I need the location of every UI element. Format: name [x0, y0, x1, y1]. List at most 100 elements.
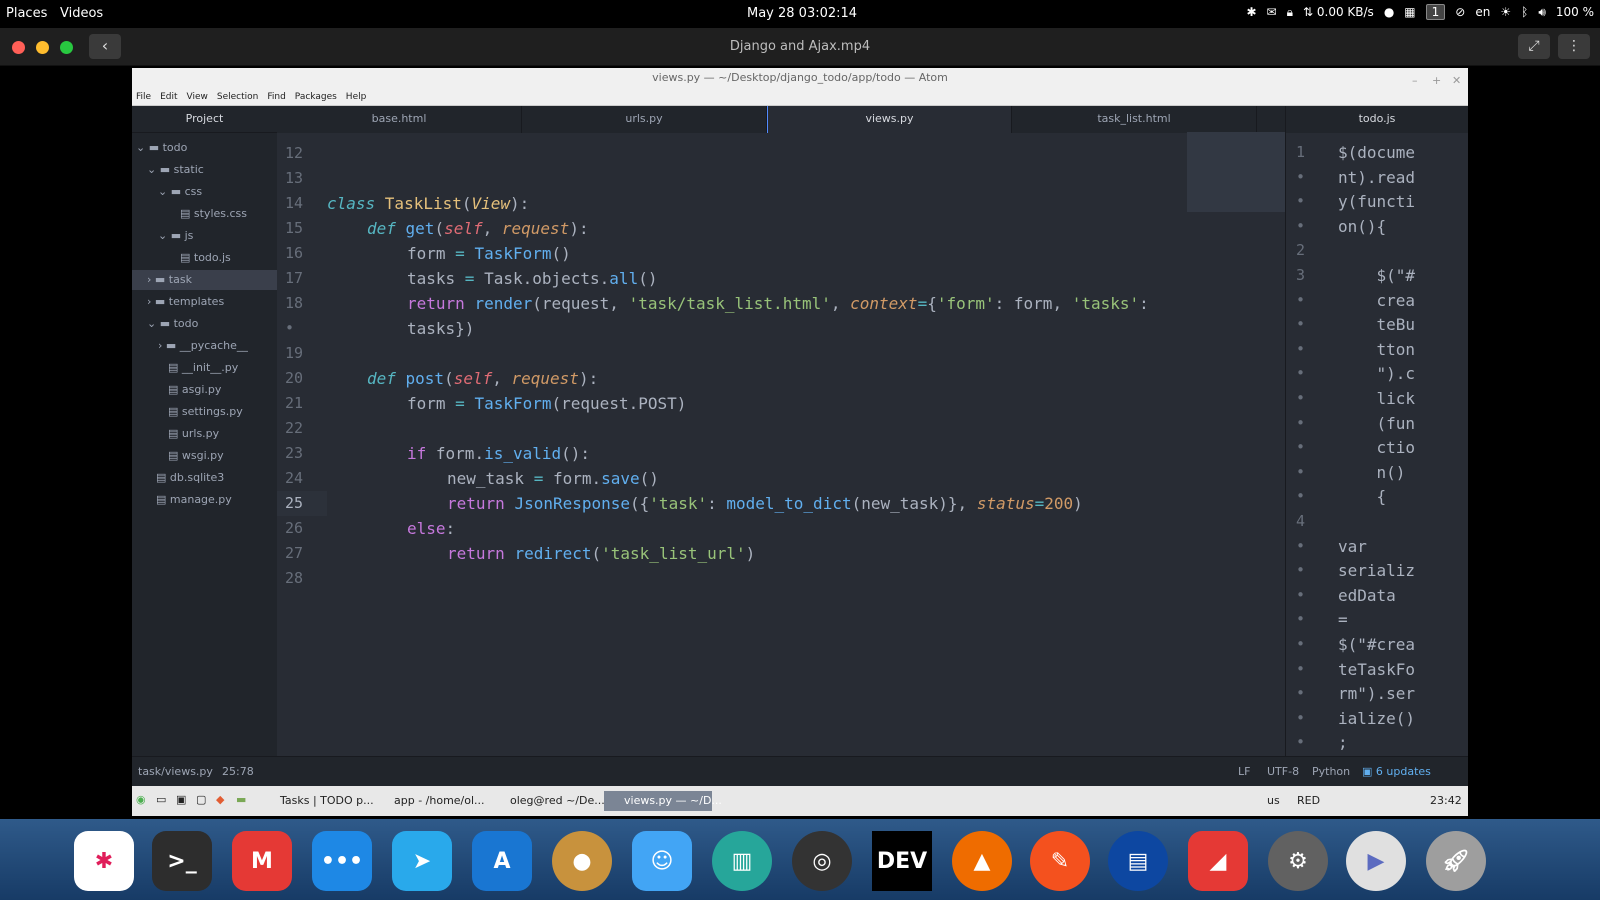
- taskbar-item-active[interactable]: views.py — ~/D...: [604, 791, 722, 811]
- right-line-number: •: [1296, 192, 1306, 211]
- dev-icon[interactable]: DEV: [872, 831, 932, 891]
- bluetooth-icon[interactable]: ᛒ: [1521, 5, 1528, 19]
- tree-item[interactable]: ▤ __init__.py: [132, 358, 277, 378]
- tree-item[interactable]: ⌄ ▬ js: [132, 226, 277, 246]
- status-line-ending[interactable]: LF: [1238, 765, 1250, 778]
- tree-item[interactable]: › ▬ __pycache__: [132, 336, 277, 356]
- menu-file[interactable]: File: [136, 92, 151, 102]
- right-code-line: serializ: [1338, 561, 1416, 581]
- menu-view[interactable]: View: [187, 92, 208, 102]
- slack-tray-icon[interactable]: ✱: [1246, 5, 1256, 19]
- finder-icon[interactable]: ☺: [632, 831, 692, 891]
- taskbar-item[interactable]: oleg@red ~/De...: [490, 791, 605, 811]
- sketch-icon[interactable]: ✎: [1030, 831, 1090, 891]
- system-monitor-icon[interactable]: ▣: [176, 793, 186, 806]
- right-code-line: ").c: [1338, 364, 1416, 384]
- right-code-line: ctio: [1338, 438, 1416, 458]
- right-line-number: 2: [1296, 241, 1306, 260]
- right-line-number: •: [1296, 610, 1306, 629]
- launcher-icon[interactable]: 🚀︎: [1426, 831, 1486, 891]
- tree-item[interactable]: › ▬ task: [132, 270, 277, 290]
- brave-icon[interactable]: ◆: [216, 793, 224, 806]
- messages-icon[interactable]: •••: [312, 831, 372, 891]
- do-not-disturb-icon[interactable]: ⊘: [1455, 5, 1465, 19]
- tree-item[interactable]: ⌄ ▬ static: [132, 160, 277, 180]
- app-store-icon[interactable]: A: [472, 831, 532, 891]
- workspace-indicator[interactable]: 1: [1425, 4, 1446, 20]
- user-name[interactable]: RED: [1297, 794, 1320, 807]
- kebab-menu-icon: ⋮: [1567, 38, 1581, 54]
- minimap[interactable]: [1187, 132, 1287, 212]
- volume-icon[interactable]: 🔊︎: [1538, 5, 1546, 20]
- taskbar-item[interactable]: app - /home/ol...: [374, 791, 485, 811]
- right-code-line: (fun: [1338, 413, 1416, 433]
- keyboard-layout[interactable]: us: [1267, 794, 1280, 807]
- files-icon[interactable]: ▤: [1108, 831, 1168, 891]
- vlc-icon[interactable]: ▲: [952, 831, 1012, 891]
- menu-edit[interactable]: Edit: [160, 92, 177, 102]
- status-file-path[interactable]: task/views.py: [138, 765, 213, 778]
- language-indicator[interactable]: en: [1475, 5, 1490, 19]
- workspaces-icon[interactable]: ▦: [1404, 5, 1415, 19]
- chat-icon[interactable]: ●: [1384, 5, 1394, 19]
- status-encoding[interactable]: UTF-8: [1267, 765, 1299, 778]
- status-grammar[interactable]: Python: [1312, 765, 1350, 778]
- menu-packages[interactable]: Packages: [295, 92, 337, 102]
- lock-icon[interactable]: 🔒︎: [1287, 5, 1293, 20]
- terminal-launcher-icon[interactable]: ▢: [196, 793, 206, 806]
- line-number: 28: [285, 569, 304, 587]
- menu-selection[interactable]: Selection: [217, 92, 258, 102]
- right-code-line: n(): [1338, 462, 1406, 482]
- menu-help[interactable]: Help: [346, 92, 367, 102]
- tree-item[interactable]: ▤ manage.py: [132, 490, 277, 510]
- charts-icon[interactable]: ▥: [712, 831, 772, 891]
- media-player-icon[interactable]: ▶: [1346, 831, 1406, 891]
- tree-item[interactable]: ▤ styles.css: [132, 204, 277, 224]
- places-menu[interactable]: Places: [6, 6, 47, 21]
- show-desktop-icon[interactable]: ▭: [156, 793, 166, 806]
- tab-todo-js[interactable]: todo.js: [1286, 106, 1468, 133]
- menu-button[interactable]: ⋮: [1558, 34, 1590, 59]
- videos-menu[interactable]: Videos: [60, 6, 103, 21]
- right-code-line: =: [1338, 610, 1348, 630]
- tab-views-py[interactable]: views.py: [767, 106, 1012, 133]
- status-updates[interactable]: ▣ 6 updates: [1362, 765, 1431, 778]
- tree-item[interactable]: ⌄ ▬ todo: [132, 314, 277, 334]
- right-line-number: •: [1296, 438, 1306, 457]
- tree-item[interactable]: ▤ asgi.py: [132, 380, 277, 400]
- brightness-icon[interactable]: ☀: [1500, 5, 1511, 19]
- terminal-icon[interactable]: >_: [152, 831, 212, 891]
- tree-item[interactable]: › ▬ templates: [132, 292, 277, 312]
- right-code-line: edData: [1338, 585, 1396, 605]
- slack-icon[interactable]: ✱: [74, 831, 134, 891]
- menu-find[interactable]: Find: [267, 92, 285, 102]
- atom-window-title: views.py — ~/Desktop/django_todo/app/tod…: [652, 71, 948, 84]
- tab-base-html[interactable]: base.html: [277, 106, 522, 133]
- fullscreen-button[interactable]: ⤢: [1518, 34, 1550, 59]
- contacts-icon[interactable]: ●: [552, 831, 612, 891]
- tree-item[interactable]: ▤ urls.py: [132, 424, 277, 444]
- tab-urls-py[interactable]: urls.py: [522, 106, 767, 133]
- tree-item[interactable]: ▤ settings.py: [132, 402, 277, 422]
- files-icon[interactable]: ▬: [236, 793, 246, 806]
- status-cursor-position[interactable]: 25:78: [222, 765, 254, 778]
- clock[interactable]: May 28 03:02:14: [747, 6, 857, 21]
- tree-item[interactable]: ⌄ ▬ css: [132, 182, 277, 202]
- tree-item[interactable]: ▤ db.sqlite3: [132, 468, 277, 488]
- code-editor[interactable]: 12 13 14 15 16 17 18 • 19 20 21 22 23 24…: [277, 133, 1285, 756]
- audio-icon[interactable]: ◎: [792, 831, 852, 891]
- telegram-icon[interactable]: ➤: [392, 831, 452, 891]
- settings-icon[interactable]: ⚙: [1268, 831, 1328, 891]
- panel-clock[interactable]: 23:42: [1430, 794, 1462, 807]
- mail-icon[interactable]: ✉: [1267, 5, 1277, 19]
- right-code-line: y(functi: [1338, 192, 1416, 212]
- menu-launcher-icon[interactable]: ◉: [136, 793, 146, 806]
- gmail-icon[interactable]: M: [232, 831, 292, 891]
- slides-icon[interactable]: ◢: [1188, 831, 1248, 891]
- tree-item[interactable]: ▤ wsgi.py: [132, 446, 277, 466]
- tab-task-list-html[interactable]: task_list.html: [1012, 106, 1257, 133]
- battery-level[interactable]: 100 %: [1556, 5, 1594, 19]
- tree-item[interactable]: ⌄ ▬ todo: [132, 138, 277, 158]
- tree-item[interactable]: ▤ todo.js: [132, 248, 277, 268]
- taskbar-item[interactable]: Tasks | TODO p...: [260, 791, 374, 811]
